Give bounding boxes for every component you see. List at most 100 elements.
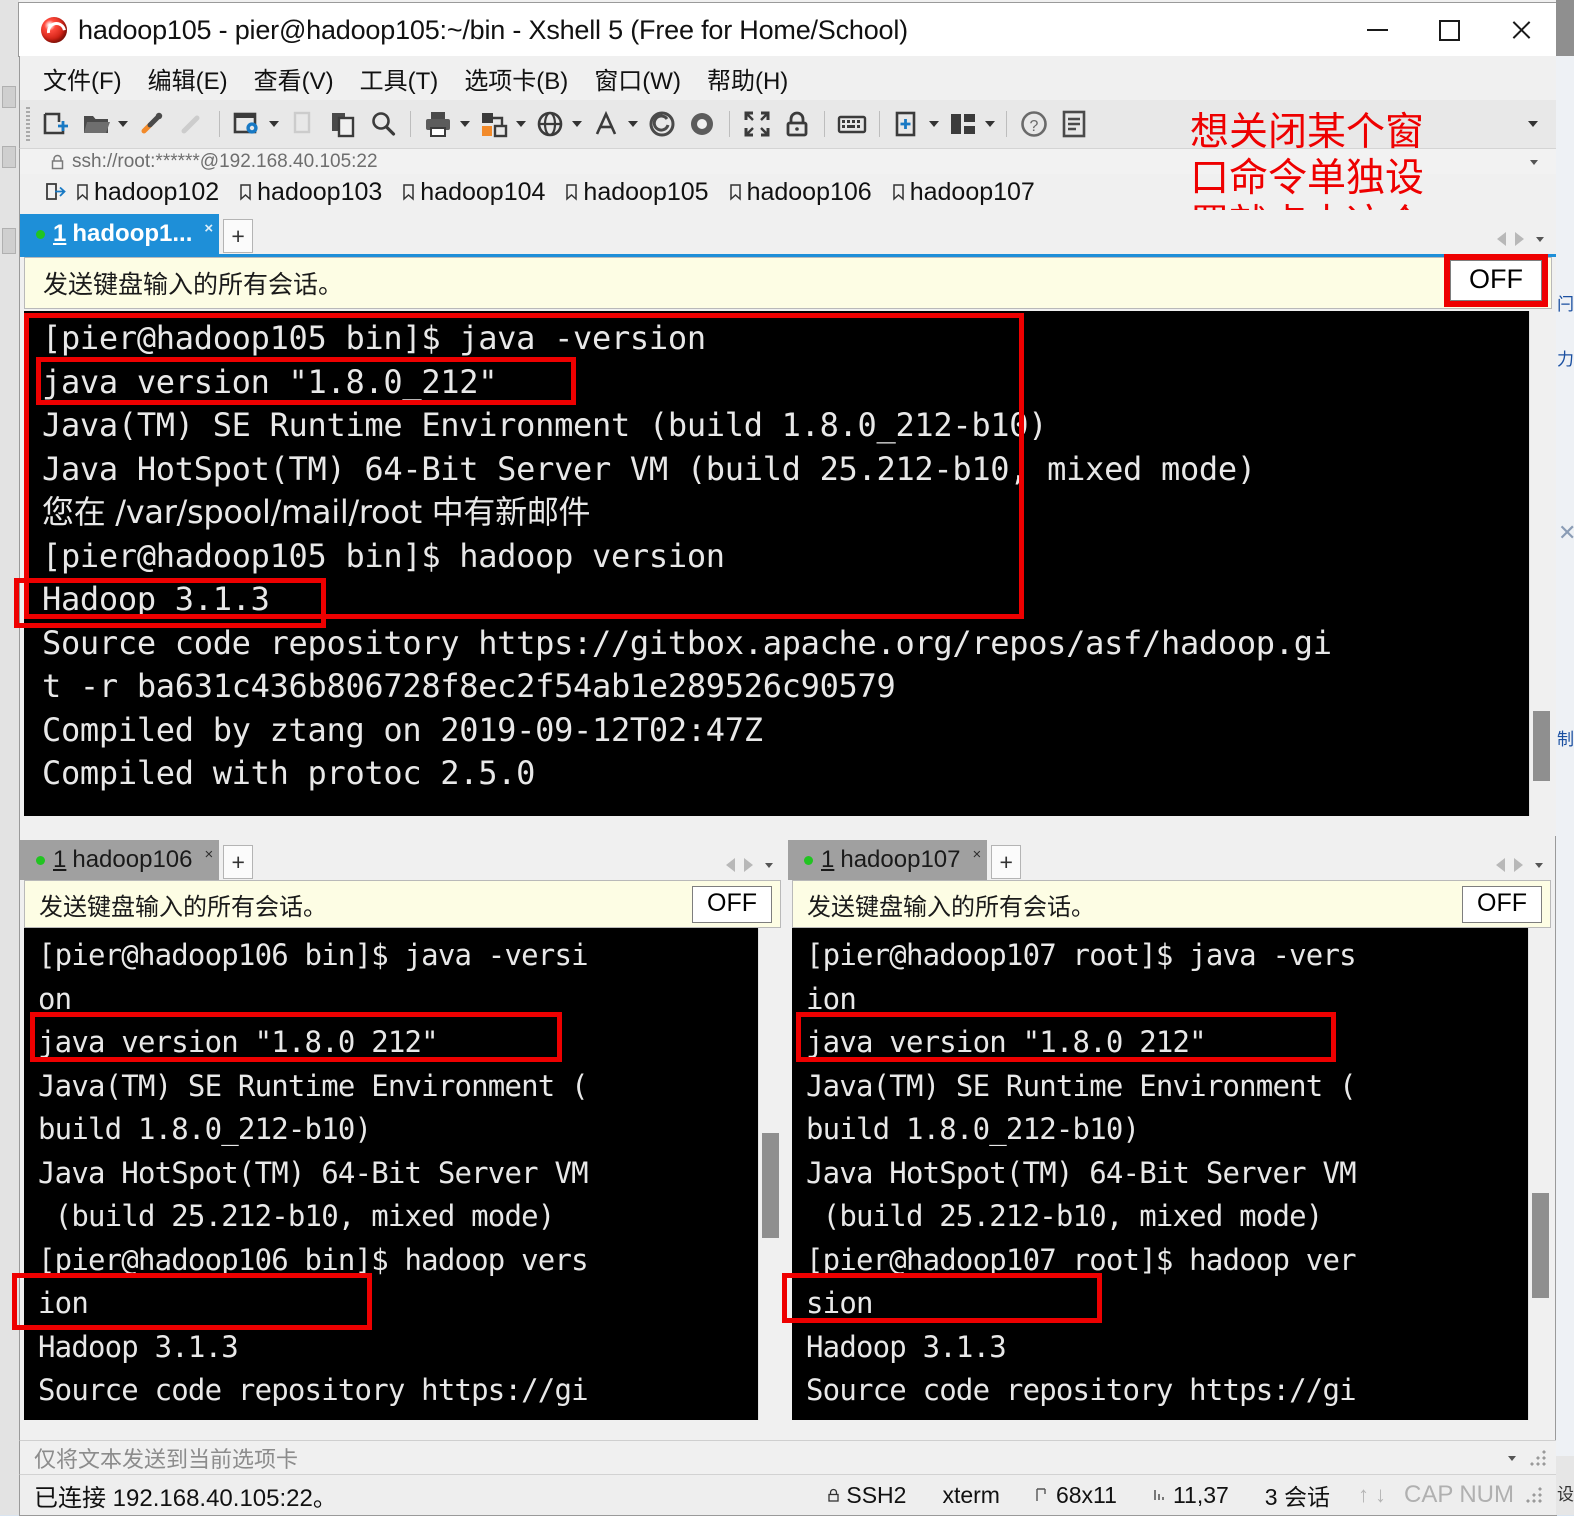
menu-view[interactable]: 查看(V) bbox=[245, 61, 343, 96]
toolbar-overflow-icon[interactable] bbox=[1524, 107, 1542, 141]
new-session-icon[interactable] bbox=[39, 107, 73, 141]
new-tab-button[interactable]: + bbox=[223, 219, 254, 253]
bookmark-icon bbox=[402, 183, 415, 201]
title-bar: hadoop105 - pier@hadoop105:~/bin - Xshel… bbox=[18, 2, 1558, 57]
find-icon[interactable] bbox=[366, 107, 400, 141]
close-button[interactable] bbox=[1485, 3, 1557, 57]
new-tab-button[interactable]: + bbox=[991, 845, 1022, 879]
menu-tabs[interactable]: 选项卡(B) bbox=[455, 61, 577, 96]
open-folder-icon[interactable] bbox=[79, 107, 113, 141]
send-input-notice-bar: 发送键盘输入的所有会话。 OFF bbox=[792, 880, 1551, 928]
keyboard-icon[interactable] bbox=[835, 107, 869, 141]
terminal-hadoop106[interactable]: [pier@hadoop106 bin]$ java -versi on jav… bbox=[24, 928, 781, 1420]
tab-scroll-arrows[interactable] bbox=[1496, 858, 1523, 872]
scrollbar-thumb[interactable] bbox=[1533, 711, 1550, 781]
session-properties-dropdown-icon[interactable] bbox=[267, 107, 280, 141]
paste-icon[interactable] bbox=[326, 107, 360, 141]
status-hint-bar: 仅将文本发送到当前选项卡 bbox=[19, 1440, 1557, 1475]
connect-icon[interactable] bbox=[135, 107, 169, 141]
tab-scroll-left-icon[interactable] bbox=[1496, 858, 1505, 872]
tab-scroll-right-icon[interactable] bbox=[1515, 232, 1524, 246]
tab-hadoop107[interactable]: 1 hadoop107 × bbox=[788, 840, 988, 880]
font-icon[interactable] bbox=[589, 107, 623, 141]
minimize-button[interactable] bbox=[1341, 3, 1413, 57]
font-dropdown-icon[interactable] bbox=[626, 107, 639, 141]
tab-list-dropdown-icon[interactable] bbox=[765, 862, 773, 868]
tab-scroll-left-icon[interactable] bbox=[726, 858, 735, 872]
tab-scroll-arrows[interactable] bbox=[726, 858, 753, 872]
tab-list-dropdown-icon[interactable] bbox=[1536, 236, 1544, 242]
split-layout-dropdown-icon[interactable] bbox=[983, 107, 996, 141]
file-transfer-icon[interactable] bbox=[477, 107, 511, 141]
terminal-scrollbar-hadoop107[interactable] bbox=[1528, 928, 1551, 1420]
terminal-hadoop107[interactable]: [pier@hadoop107 root]$ java -vers ion ja… bbox=[792, 928, 1551, 1420]
globe-dropdown-icon[interactable] bbox=[570, 107, 583, 141]
split-layout-icon[interactable] bbox=[946, 107, 980, 141]
session-item-hadoop106[interactable]: hadoop106 bbox=[729, 178, 872, 207]
session-item-hadoop102[interactable]: hadoop102 bbox=[76, 178, 219, 207]
print-dropdown-icon[interactable] bbox=[458, 107, 471, 141]
session-properties-icon[interactable] bbox=[230, 107, 264, 141]
new-tab-button[interactable]: + bbox=[223, 845, 254, 879]
xftp-icon[interactable] bbox=[685, 107, 719, 141]
menu-file[interactable]: 文件(F) bbox=[34, 61, 131, 96]
tab-index: 1 bbox=[53, 846, 67, 873]
xshell-icon[interactable] bbox=[645, 107, 679, 141]
upload-arrow-icon: ↑ bbox=[1357, 1482, 1369, 1507]
session-label: hadoop106 bbox=[746, 177, 872, 206]
tab-scroll-right-icon[interactable] bbox=[1514, 858, 1523, 872]
tab-hadoop105[interactable]: 1 hadoop1... × bbox=[20, 214, 220, 254]
download-arrow-icon: ↓ bbox=[1374, 1482, 1386, 1507]
tab-scroll-arrows[interactable] bbox=[1497, 232, 1524, 246]
pane-br-tab-controls bbox=[1496, 858, 1543, 872]
tab-list-dropdown-icon[interactable] bbox=[1535, 862, 1543, 868]
new-tab-icon[interactable] bbox=[890, 107, 924, 141]
tab-scroll-right-icon[interactable] bbox=[744, 858, 753, 872]
toolbar-grip[interactable] bbox=[26, 107, 30, 141]
bookmark-icon bbox=[565, 183, 578, 201]
help-icon[interactable]: ? bbox=[1017, 107, 1051, 141]
tab-scroll-left-icon[interactable] bbox=[1497, 232, 1506, 246]
term-line: java version "1.8.0_212" bbox=[38, 1025, 439, 1059]
send-input-notice-bar: 发送键盘输入的所有会话。 OFF bbox=[24, 254, 1552, 309]
fullscreen-icon[interactable] bbox=[740, 107, 774, 141]
lock-icon[interactable] bbox=[780, 107, 814, 141]
tab-close-icon[interactable]: × bbox=[973, 846, 982, 863]
new-tab-dropdown-icon[interactable] bbox=[927, 107, 940, 141]
open-folder-dropdown-icon[interactable] bbox=[116, 107, 129, 141]
tab-close-icon[interactable]: × bbox=[204, 220, 213, 237]
send-input-off-button[interactable]: OFF bbox=[1450, 260, 1542, 301]
globe-icon[interactable] bbox=[533, 107, 567, 141]
status-hint-dropdown-icon[interactable] bbox=[1508, 1455, 1516, 1461]
session-item-hadoop104[interactable]: hadoop104 bbox=[402, 178, 545, 207]
session-item-hadoop103[interactable]: hadoop103 bbox=[239, 178, 382, 207]
print-icon[interactable] bbox=[421, 107, 455, 141]
maximize-button[interactable] bbox=[1413, 3, 1485, 57]
status-term-type: xterm bbox=[942, 1481, 1000, 1508]
num-lock-indicator: NUM bbox=[1459, 1481, 1514, 1508]
send-input-off-button[interactable]: OFF bbox=[692, 885, 772, 923]
menu-edit[interactable]: 编辑(E) bbox=[139, 61, 237, 96]
session-bar-icon[interactable] bbox=[46, 182, 66, 202]
session-item-hadoop107[interactable]: hadoop107 bbox=[892, 178, 1035, 207]
session-label: hadoop104 bbox=[420, 177, 546, 206]
pane-hadoop105: 1 hadoop1... × + 发送键盘输入的所有会话。 OFF [pier@… bbox=[14, 210, 1557, 830]
menu-window[interactable]: 窗口(W) bbox=[585, 61, 690, 96]
status-term-size: 68x11 bbox=[1018, 1482, 1135, 1509]
file-transfer-dropdown-icon[interactable] bbox=[514, 107, 527, 141]
tab-hadoop106[interactable]: 1 hadoop106 × bbox=[20, 840, 220, 880]
window-resize-grip[interactable] bbox=[1530, 1450, 1546, 1466]
tab-close-icon[interactable]: × bbox=[205, 846, 214, 863]
status-resize-grip[interactable] bbox=[1522, 1487, 1550, 1503]
terminal-scrollbar-hadoop106[interactable] bbox=[758, 928, 781, 1420]
session-item-hadoop105[interactable]: hadoop105 bbox=[565, 178, 709, 207]
notes-icon[interactable] bbox=[1057, 107, 1091, 141]
terminal-scrollbar-main[interactable] bbox=[1529, 311, 1552, 816]
terminal-hadoop105[interactable]: [pier@hadoop105 bin]$ java -version java… bbox=[24, 311, 1552, 816]
send-input-off-button[interactable]: OFF bbox=[1462, 885, 1542, 923]
address-dropdown-icon[interactable] bbox=[1530, 159, 1538, 165]
menu-help[interactable]: 帮助(H) bbox=[698, 61, 797, 96]
scrollbar-thumb[interactable] bbox=[762, 1133, 779, 1238]
scrollbar-thumb[interactable] bbox=[1532, 1193, 1549, 1298]
menu-tools[interactable]: 工具(T) bbox=[351, 61, 448, 96]
